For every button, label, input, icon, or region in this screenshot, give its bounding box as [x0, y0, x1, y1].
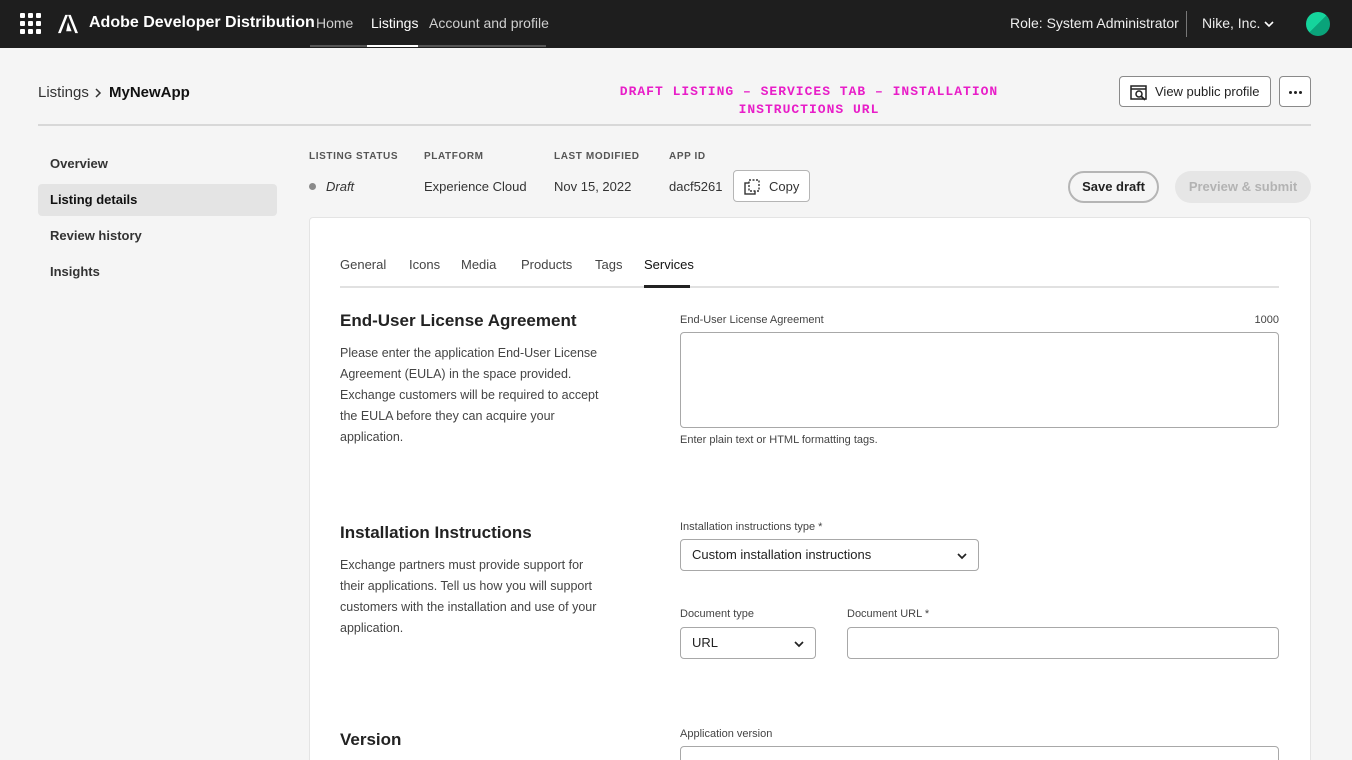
topbar-divider	[1186, 11, 1187, 37]
installation-type-label: Installation instructions type *	[680, 521, 823, 533]
annotation-line-2: INSTRUCTIONS URL	[738, 102, 880, 117]
adobe-logo-icon	[58, 14, 78, 34]
tab-icons[interactable]: Icons	[409, 257, 440, 272]
nav-listings[interactable]: Listings	[371, 0, 418, 48]
preview-icon	[1130, 85, 1147, 101]
top-bar: Adobe Developer Distribution Home Listin…	[0, 0, 1352, 48]
more-icon-dot	[1299, 91, 1302, 94]
annotation-line-1: DRAFT LISTING – SERVICES TAB – INSTALLAT…	[619, 84, 999, 99]
document-url-input[interactable]	[847, 627, 1279, 659]
tab-tags[interactable]: Tags	[595, 257, 622, 272]
tab-active-indicator	[644, 285, 690, 288]
copy-app-id-button[interactable]: Copy	[733, 170, 810, 202]
last-modified-label: LAST MODIFIED	[554, 151, 640, 162]
chevron-down-icon	[794, 641, 804, 648]
eula-help-text: Enter plain text or HTML formatting tags…	[680, 434, 878, 446]
tab-media[interactable]: Media	[461, 257, 496, 272]
avatar[interactable]	[1306, 12, 1330, 36]
preview-submit-button[interactable]: Preview & submit	[1175, 171, 1311, 203]
document-type-select[interactable]: URL	[680, 627, 816, 659]
installation-section-description: Exchange partners must provide support f…	[340, 558, 597, 635]
eula-character-counter: 1000	[1254, 314, 1279, 326]
nav-home[interactable]: Home	[316, 0, 353, 48]
chevron-down-icon[interactable]	[1263, 18, 1275, 30]
tab-products[interactable]: Products	[521, 257, 572, 272]
view-public-profile-label: View public profile	[1155, 84, 1260, 99]
sidebar-item-insights[interactable]: Insights	[38, 256, 277, 288]
tabs-divider	[340, 286, 1279, 288]
status-dot-icon	[309, 183, 316, 190]
platform-label: PLATFORM	[424, 151, 484, 162]
org-switcher[interactable]: Nike, Inc.	[1202, 15, 1260, 31]
listing-status-label: LISTING STATUS	[309, 151, 399, 162]
listing-details-card	[309, 217, 1311, 760]
eula-section-description: Please enter the application End-User Li…	[340, 346, 599, 444]
page-annotation: DRAFT LISTING – SERVICES TAB – INSTALLAT…	[560, 83, 1058, 119]
brand-name[interactable]: Adobe Developer Distribution	[89, 14, 315, 32]
sidebar-item-review-history[interactable]: Review history	[38, 220, 277, 252]
app-id-value: dacf5261	[669, 179, 723, 194]
role-label: Role: System Administrator	[1010, 15, 1179, 31]
chevron-right-icon	[95, 88, 102, 98]
tab-services[interactable]: Services	[644, 257, 694, 272]
eula-section-title: End-User License Agreement	[340, 311, 577, 330]
last-modified-value: Nov 15, 2022	[554, 179, 632, 194]
sidebar-item-listing-details[interactable]: Listing details	[38, 184, 277, 216]
chevron-down-icon	[957, 553, 967, 560]
eula-textarea[interactable]	[680, 332, 1279, 428]
copy-icon	[744, 179, 760, 195]
header-divider	[38, 124, 1311, 126]
installation-type-value: Custom installation instructions	[692, 547, 872, 562]
nav-active-indicator	[367, 45, 418, 47]
more-icon-dot	[1294, 91, 1297, 94]
tab-general[interactable]: General	[340, 257, 386, 272]
listing-status-value: Draft	[326, 179, 355, 194]
version-section-title: Version	[340, 730, 402, 749]
installation-section-title: Installation Instructions	[340, 523, 532, 542]
application-version-input[interactable]	[680, 746, 1279, 760]
app-id-label: APP ID	[669, 151, 706, 162]
breadcrumb-listings[interactable]: Listings	[38, 84, 89, 101]
nav-account-profile[interactable]: Account and profile	[429, 0, 549, 48]
more-icon	[1289, 91, 1292, 94]
more-actions-button[interactable]	[1279, 76, 1311, 107]
installation-type-select[interactable]: Custom installation instructions	[680, 539, 979, 571]
document-type-label: Document type	[680, 608, 754, 620]
application-version-label: Application version	[680, 728, 773, 740]
document-url-label: Document URL *	[847, 608, 930, 620]
app-switcher-icon[interactable]	[20, 13, 41, 34]
breadcrumb-current: MyNewApp	[109, 84, 190, 101]
sidebar-item-overview[interactable]: Overview	[38, 148, 277, 180]
platform-value: Experience Cloud	[424, 179, 527, 194]
save-draft-button[interactable]: Save draft	[1068, 171, 1159, 203]
eula-field-label: End-User License Agreement	[680, 314, 824, 326]
document-type-value: URL	[692, 635, 719, 650]
copy-label: Copy	[769, 179, 800, 194]
view-public-profile-button[interactable]: View public profile	[1119, 76, 1271, 107]
